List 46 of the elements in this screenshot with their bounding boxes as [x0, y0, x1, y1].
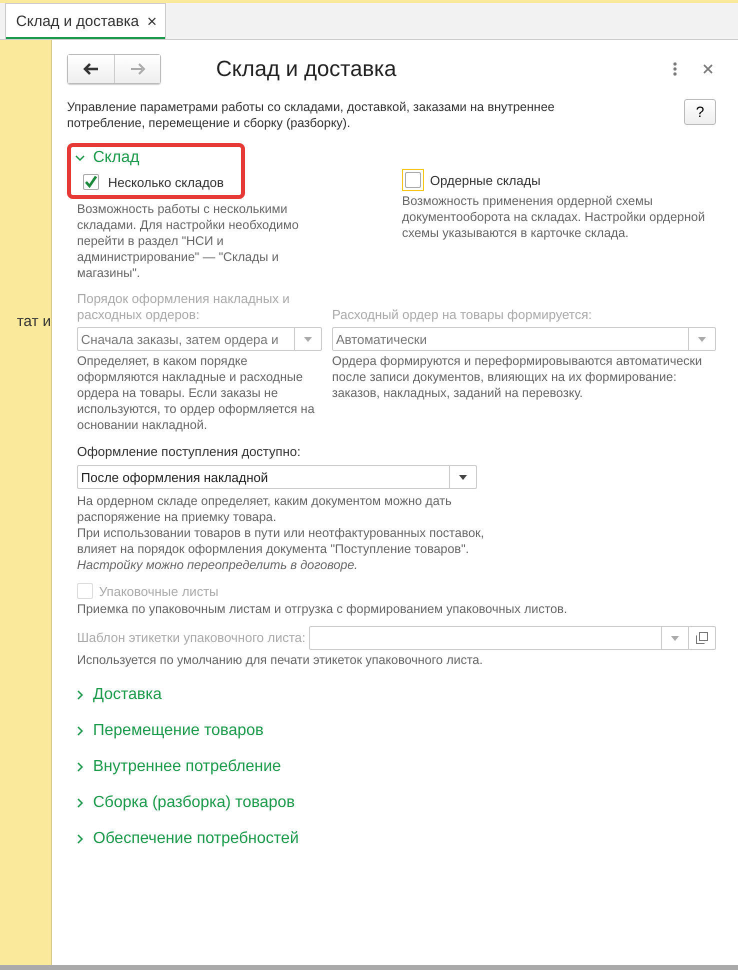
section-header[interactable]: Сборка (разборка) товаров: [73, 794, 716, 812]
hint-text: Возможность применения ордерной схемы документооборота на складах. Настройки ордерной схемы указываются в карточке склада.: [402, 193, 706, 241]
dropdown-caret-icon: [671, 636, 679, 640]
chevron-icon: [75, 153, 85, 163]
hint-text: Ордера формируются и переформировываются автоматически после записи документов, влияющих на их формирование: заказов, накладных, заданий на перевозку.: [332, 353, 704, 401]
hint-text: Определяет, в каком порядке оформляются накладные и расходные ордера на товары. Если заказы не используются, то ордер оформляется на основании накладной.: [77, 353, 316, 433]
section-header[interactable]: Перемещение товаров: [73, 722, 716, 740]
field-label: Шаблон этикетки упаковочного листа:: [77, 630, 306, 646]
dropdown-caret-icon: [459, 474, 467, 480]
hint-text: Возможность работы с несколькими складами. Для настройки необходимо перейти в раздел "НСИ и администрирование" — "Склады и магазины".: [77, 201, 300, 281]
form-description: Управление параметрами работы со складами, доставкой, заказами на внутреннее потребление, перемещение и сборку (разборку).: [67, 99, 556, 131]
dropdown-caret-icon: [304, 336, 312, 342]
hint-text: На ордерном складе определяет, каким документом можно дать распоряжение на приемку товара. При использовании товаров в пути или неотфактурованных поставок, влияет на порядок оформления документа "Поступление товаров".: [77, 493, 486, 557]
field-label: Расходный ордер на товары формируется:: [332, 307, 592, 323]
chevron-icon: [75, 690, 85, 700]
field-label: Оформление поступления доступно:: [77, 444, 301, 459]
section-header[interactable]: Внутреннее потребление: [73, 758, 716, 776]
note-text: Настройку можно переопределить в договоре.: [77, 557, 359, 573]
checkbox-label: Упаковочные листы: [99, 584, 218, 598]
section-header[interactable]: Доставка: [73, 686, 716, 704]
dropdown-field[interactable]: После оформления накладной: [77, 465, 477, 489]
close-icon[interactable]: [703, 64, 713, 74]
sidebar-text: тат и: [16, 313, 51, 330]
dropdown-field[interactable]: [309, 626, 716, 650]
checkbox-label: Ордерные склады: [430, 172, 541, 188]
checkbox-label: Несколько складов: [108, 174, 224, 190]
dropdown-caret-icon: [698, 336, 706, 342]
help-button[interactable]: ?: [684, 99, 716, 125]
form-title: Склад и доставка: [216, 56, 398, 82]
hint-text: Используется по умолчанию для печати этикеток упаковочного листа.: [77, 652, 484, 668]
more-menu-icon[interactable]: [673, 62, 677, 76]
back-button[interactable]: [68, 55, 114, 83]
back-arrow-icon: [83, 63, 99, 75]
hint-text: Приемка по упаковочным листам и отгрузка с формированием упаковочных листов.: [77, 601, 568, 617]
section-header[interactable]: Склад: [73, 149, 237, 167]
form-tab[interactable]: Склад и доставка ×: [5, 3, 166, 39]
checkbox[interactable]: [83, 174, 99, 190]
forward-arrow-icon: [130, 63, 146, 75]
chevron-icon: [75, 798, 85, 808]
close-tab-button[interactable]: ×: [146, 12, 157, 32]
chevron-icon: [75, 834, 85, 844]
chevron-icon: [75, 762, 85, 772]
open-icon[interactable]: [696, 632, 708, 644]
field-label: Порядок оформления накладных и расходных ордеров:: [77, 291, 291, 323]
chevron-icon: [75, 726, 85, 736]
section-header[interactable]: Обеспечение потребностей: [73, 830, 716, 848]
